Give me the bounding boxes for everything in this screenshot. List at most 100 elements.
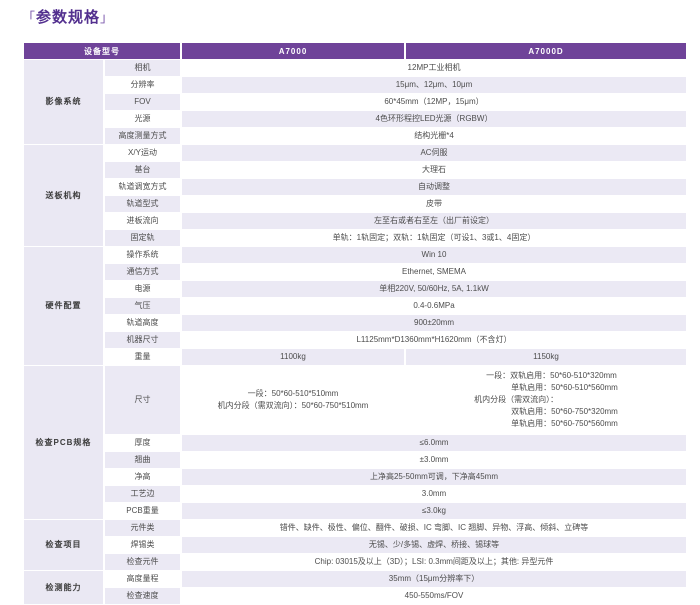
category-cell: 硬件配置: [24, 247, 103, 365]
table-row: FOV60*45mm（12MP，15μm）: [24, 94, 686, 110]
value-cell-a7000: 一段：50*60-510*510mm机内分段（需双流向）：50*60-750*5…: [182, 366, 404, 434]
value-cell: 无锡、少/多锡、虚焊、桥接、锡球等: [182, 537, 686, 553]
table-row: 气压0.4-0.6MPa: [24, 298, 686, 314]
param-label-cell: 操作系统: [105, 247, 180, 263]
table-row: 轨道高度900±20mm: [24, 315, 686, 331]
table-row: 轨道调宽方式自动调整: [24, 179, 686, 195]
param-label-cell: PCB重量: [105, 503, 180, 519]
param-label-cell: 厚度: [105, 435, 180, 451]
param-label-cell: 基台: [105, 162, 180, 178]
value-cell-a7000d: 一段：双轨启用：50*60-510*320mm单轨启用：50*60-510*56…: [406, 366, 686, 434]
table-row: 检查速度450-550ms/FOV: [24, 588, 686, 604]
category-cell: 检查PCB规格: [24, 366, 103, 519]
param-label-cell: 分辨率: [105, 77, 180, 93]
multiline-value-block: 一段：双轨启用：50*60-510*320mm单轨启用：50*60-510*56…: [474, 370, 618, 430]
value-cell: 450-550ms/FOV: [182, 588, 686, 604]
spec-table-body: 影像系统相机12MP工业相机分辨率15μm、12μm、10μmFOV60*45m…: [24, 60, 686, 604]
param-label-cell: 轨道调宽方式: [105, 179, 180, 195]
value-cell: ≤3.0kg: [182, 503, 686, 519]
param-label-cell: 重量: [105, 349, 180, 365]
multiline-value-block: 一段：50*60-510*510mm机内分段（需双流向）：50*60-750*5…: [182, 388, 404, 412]
value-cell: 900±20mm: [182, 315, 686, 331]
param-label-cell: 尺寸: [105, 366, 180, 434]
param-label-cell: 气压: [105, 298, 180, 314]
category-cell: 送板机构: [24, 145, 103, 246]
header-cell-a7000d: A7000D: [406, 43, 686, 59]
param-label-cell: 通信方式: [105, 264, 180, 280]
param-label-cell: 相机: [105, 60, 180, 76]
value-cell: 0.4-0.6MPa: [182, 298, 686, 314]
value-line: 双轨启用：50*60-750*320mm: [474, 406, 618, 418]
page-title: 「参数规格」: [22, 6, 114, 30]
title-bracket-left: 「: [22, 10, 36, 25]
value-cell: 12MP工业相机: [182, 60, 686, 76]
table-row: 检查元件Chip: 03015及以上（3D）；LSI: 0.3mm间距及以上；其…: [24, 554, 686, 570]
value-line: 单轨启用：50*60-510*560mm: [474, 382, 618, 394]
table-row: 分辨率15μm、12μm、10μm: [24, 77, 686, 93]
table-row: 检测能力高度量程35mm（15μm分辨率下）: [24, 571, 686, 587]
table-row: 固定轨单轨：1轨固定；双轨：1轨固定（可设1、3或1、4固定）: [24, 230, 686, 246]
value-line: 机内分段（需双流向）：: [474, 394, 618, 406]
param-label-cell: 元件类: [105, 520, 180, 536]
table-row: 光源4色环形程控LED光源（RGBW）: [24, 111, 686, 127]
header-cell-a7000: A7000: [182, 43, 404, 59]
header-row: 设备型号 A7000 A7000D: [24, 43, 686, 59]
value-line: 一段：双轨启用：50*60-510*320mm: [474, 370, 618, 382]
param-label-cell: 翘曲: [105, 452, 180, 468]
value-line: 单轨启用：50*60-750*560mm: [474, 418, 618, 430]
param-label-cell: 轨道高度: [105, 315, 180, 331]
value-cell: 结构光栅*4: [182, 128, 686, 144]
param-label-cell: 检查速度: [105, 588, 180, 604]
value-cell: ±3.0mm: [182, 452, 686, 468]
param-label-cell: FOV: [105, 94, 180, 110]
param-label-cell: 高度量程: [105, 571, 180, 587]
value-cell: 4色环形程控LED光源（RGBW）: [182, 111, 686, 127]
table-row: 重量1100kg1150kg: [24, 349, 686, 365]
value-cell: 上净高25-50mm可调，下净高45mm: [182, 469, 686, 485]
param-label-cell: 检查元件: [105, 554, 180, 570]
value-cell: 皮带: [182, 196, 686, 212]
param-label-cell: 净高: [105, 469, 180, 485]
page-title-text: 参数规格: [36, 9, 100, 26]
value-cell: 左至右或者右至左（出厂前设定）: [182, 213, 686, 229]
param-label-cell: 工艺边: [105, 486, 180, 502]
table-row: 厚度≤6.0mm: [24, 435, 686, 451]
value-cell: 单轨：1轨固定；双轨：1轨固定（可设1、3或1、4固定）: [182, 230, 686, 246]
value-cell-a7000: 1100kg: [182, 349, 404, 365]
value-cell: Chip: 03015及以上（3D）；LSI: 0.3mm间距及以上；其他: 异…: [182, 554, 686, 570]
value-line: 机内分段（需双流向）：50*60-750*510mm: [182, 400, 404, 412]
param-label-cell: 进板流向: [105, 213, 180, 229]
table-row: 轨道型式皮带: [24, 196, 686, 212]
table-row: 焊锡类无锡、少/多锡、虚焊、桥接、锡球等: [24, 537, 686, 553]
table-row: 检查项目元件类错件、缺件、极性、偏位、翻件、破损、IC 弯脚、IC 翘脚、异物、…: [24, 520, 686, 536]
table-row: 进板流向左至右或者右至左（出厂前设定）: [24, 213, 686, 229]
spec-table-header: 设备型号 A7000 A7000D: [24, 43, 686, 59]
table-row: 检查PCB规格尺寸一段：50*60-510*510mm机内分段（需双流向）：50…: [24, 366, 686, 434]
value-cell: 自动调整: [182, 179, 686, 195]
table-row: 硬件配置操作系统Win 10: [24, 247, 686, 263]
table-row: 工艺边3.0mm: [24, 486, 686, 502]
category-cell: 影像系统: [24, 60, 103, 144]
table-row: 机器尺寸L1125mm*D1360mm*H1620mm（不含灯）: [24, 332, 686, 348]
value-line: 一段：50*60-510*510mm: [182, 388, 404, 400]
spec-page: 「参数规格」 设备型号 A7000 A7000D 影像系统相机12MP工业相机分…: [0, 0, 700, 605]
table-row: 送板机构X/Y运动AC伺服: [24, 145, 686, 161]
value-cell: Win 10: [182, 247, 686, 263]
value-cell: 35mm（15μm分辨率下）: [182, 571, 686, 587]
table-row: 影像系统相机12MP工业相机: [24, 60, 686, 76]
value-cell: 错件、缺件、极性、偏位、翻件、破损、IC 弯脚、IC 翘脚、异物、浮高、倾斜、立…: [182, 520, 686, 536]
value-cell: 60*45mm（12MP，15μm）: [182, 94, 686, 110]
param-label-cell: 焊锡类: [105, 537, 180, 553]
param-label-cell: 固定轨: [105, 230, 180, 246]
table-row: 翘曲±3.0mm: [24, 452, 686, 468]
value-cell: 15μm、12μm、10μm: [182, 77, 686, 93]
param-label-cell: 轨道型式: [105, 196, 180, 212]
table-row: 高度测量方式结构光栅*4: [24, 128, 686, 144]
header-cell-model: 设备型号: [24, 43, 180, 59]
value-cell: Ethernet, SMEMA: [182, 264, 686, 280]
table-row: 通信方式Ethernet, SMEMA: [24, 264, 686, 280]
table-row: 净高上净高25-50mm可调，下净高45mm: [24, 469, 686, 485]
spec-table: 设备型号 A7000 A7000D 影像系统相机12MP工业相机分辨率15μm、…: [22, 42, 688, 605]
value-cell-a7000d: 1150kg: [406, 349, 686, 365]
table-row: 电源单相220V, 50/60Hz, 5A, 1.1kW: [24, 281, 686, 297]
